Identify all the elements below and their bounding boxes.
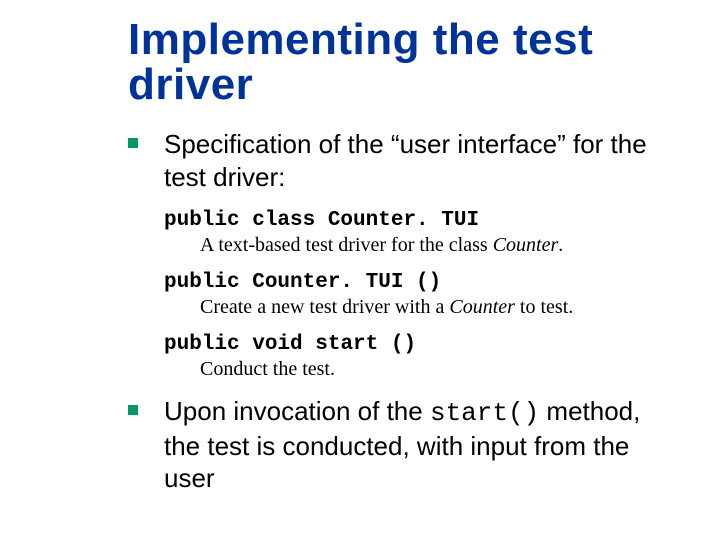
sig-name: start (): [315, 333, 416, 356]
bullet-text: Upon invocation of the start() method, t…: [164, 395, 680, 495]
bullet-item: Upon invocation of the start() method, t…: [128, 395, 680, 495]
sig-keywords: public class: [164, 209, 328, 232]
desc-pre: Create a new test driver with a: [200, 296, 449, 318]
sig-name: Counter. TUI (): [252, 271, 441, 294]
sig-keywords: public void: [164, 333, 315, 356]
bullet-item: Specification of the “user interface” fo…: [128, 128, 680, 193]
slide: Implementing the test driver Specificati…: [0, 0, 720, 540]
bullet-text: Specification of the “user interface” fo…: [164, 128, 680, 193]
desc-post: to test.: [515, 296, 573, 318]
slide-title: Implementing the test driver: [128, 18, 680, 108]
desc-pre: Conduct the test.: [200, 358, 335, 380]
bullet-text-code: start(): [430, 398, 539, 428]
bullet-text-pre: Upon invocation of the: [164, 396, 430, 426]
slide-body: Specification of the “user interface” fo…: [128, 128, 680, 505]
spec-description: A text-based test driver for the class C…: [200, 234, 680, 257]
spec-description: Create a new test driver with a Counter …: [200, 296, 680, 319]
desc-pre: A text-based test driver for the class: [200, 234, 493, 256]
sig-keywords: public: [164, 271, 252, 294]
square-bullet-icon: [128, 138, 138, 148]
spec-signature: public class Counter. TUI: [164, 209, 680, 232]
square-bullet-icon: [128, 405, 138, 415]
desc-post: .: [558, 234, 563, 256]
spec-signature: public Counter. TUI (): [164, 271, 680, 294]
spec-description: Conduct the test.: [200, 358, 680, 381]
desc-em: Counter: [449, 296, 515, 318]
desc-em: Counter: [493, 234, 559, 256]
spec-block: public class Counter. TUI A text-based t…: [164, 209, 680, 381]
spec-signature: public void start (): [164, 333, 680, 356]
sig-name: Counter. TUI: [328, 209, 479, 232]
